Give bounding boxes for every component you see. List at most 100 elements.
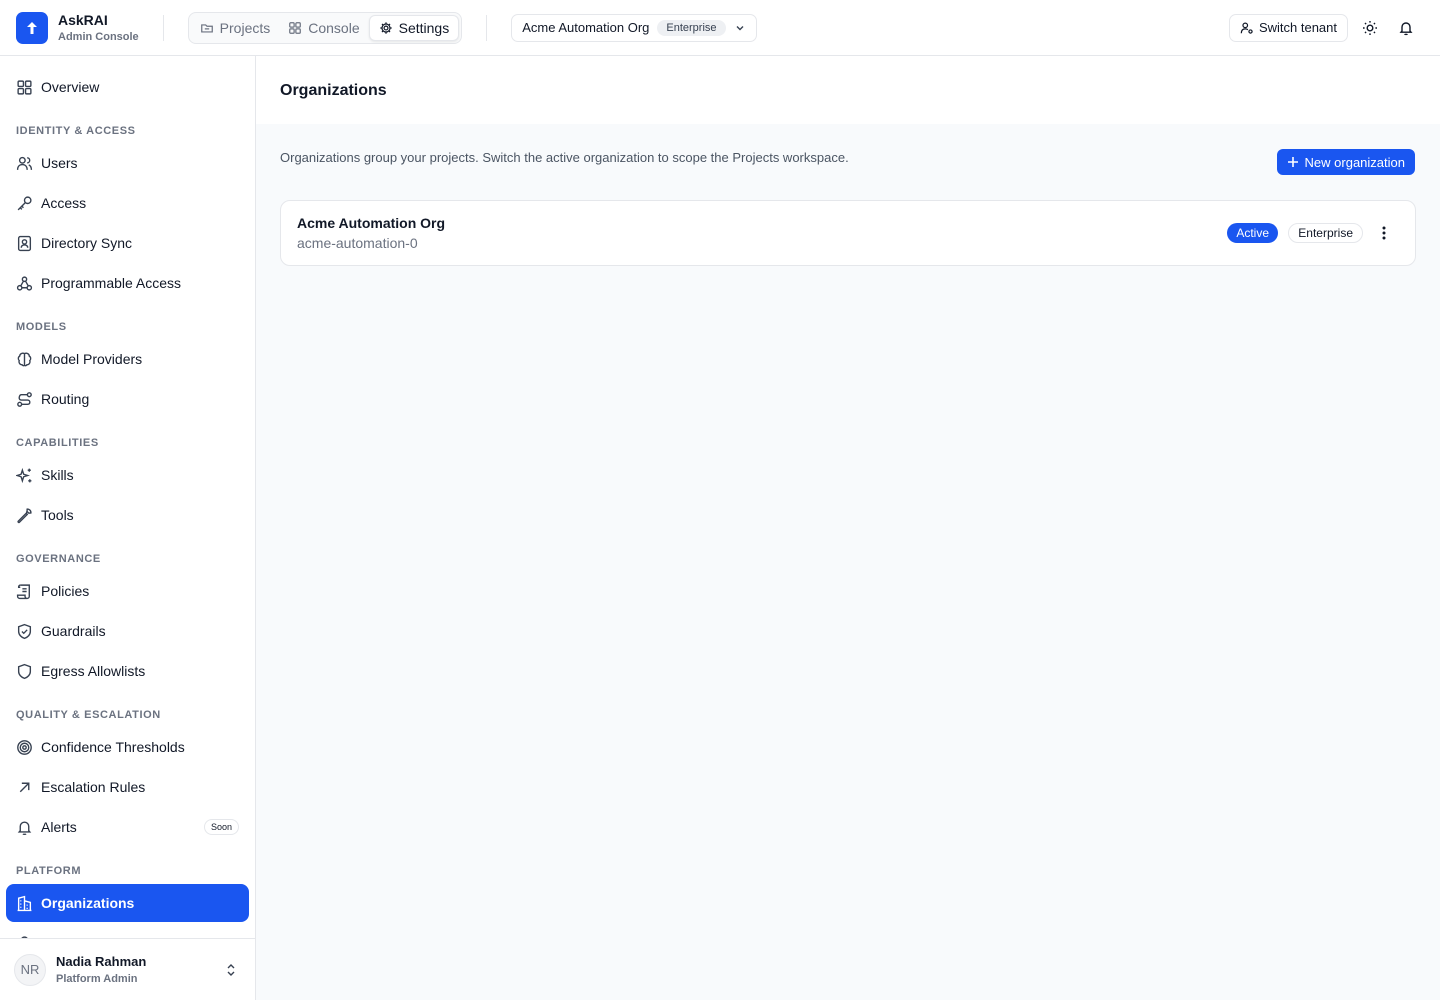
sidebar-item-label: Access (41, 195, 87, 211)
workspace-tabs: Projects Console Settings (187, 11, 463, 44)
sidebar-item-overview[interactable]: Overview (6, 68, 249, 106)
org-switcher[interactable]: Acme Automation Org Enterprise (511, 13, 757, 42)
divider (486, 14, 488, 41)
soon-badge: Soon (203, 819, 239, 835)
sidebar-item-organizations[interactable]: Organizations (6, 884, 249, 922)
brand-logo-icon (16, 11, 48, 44)
sidebar-item-label: Overview (41, 79, 100, 95)
sidebar: Overview IDENTITY & ACCESS Users Access … (0, 56, 256, 1000)
arrow-up-right-icon (19, 782, 30, 792)
section-quality: QUALITY & ESCALATION (16, 709, 161, 721)
sidebar-item-label: Programmable Access (41, 275, 182, 291)
shield-icon (17, 663, 32, 679)
section-platform: PLATFORM (16, 865, 82, 877)
user-role: Platform Admin (56, 972, 138, 985)
sidebar-item-alerts[interactable]: Alerts Soon (6, 808, 249, 846)
section-capabilities: CAPABILITIES (16, 437, 99, 449)
page-title: Organizations (280, 82, 387, 99)
brand[interactable]: AskRAI Admin Console (16, 11, 139, 44)
route-icon (17, 391, 32, 407)
page-description: Organizations group your projects. Switc… (280, 150, 849, 165)
tab-settings[interactable]: Settings (368, 14, 460, 41)
tab-console-label: Console (308, 19, 360, 36)
organization-actions-button[interactable] (1373, 222, 1395, 244)
brain-icon (17, 352, 32, 366)
key-icon (17, 195, 32, 210)
grid-icon (289, 21, 302, 34)
scroll-icon (16, 583, 30, 599)
sidebar-item-label: Users (41, 155, 78, 171)
gear-icon (379, 21, 392, 34)
user-menu[interactable]: NR Nadia Rahman Platform Admin (0, 938, 255, 1000)
folder-icon (200, 23, 213, 33)
sidebar-item-label: Policies (41, 583, 90, 599)
divider (162, 14, 164, 41)
sidebar-nav[interactable]: Overview IDENTITY & ACCESS Users Access … (0, 56, 255, 938)
notifications-button[interactable] (1392, 14, 1420, 42)
sidebar-item-model-providers[interactable]: Model Providers (6, 340, 249, 378)
sidebar-item-routing[interactable]: Routing (6, 380, 249, 418)
sidebar-item-label: Escalation Rules (41, 779, 146, 795)
sidebar-item-clipped[interactable] (6, 924, 249, 938)
sidebar-item-label: Guardrails (41, 623, 106, 639)
organization-slug: acme-automation-0 (297, 235, 418, 251)
sidebar-item-label: Egress Allowlists (41, 663, 146, 679)
bell-icon (17, 820, 32, 835)
grid-icon (17, 79, 32, 95)
section-governance: GOVERNANCE (16, 553, 101, 565)
theme-toggle-button[interactable] (1356, 14, 1384, 42)
chevron-down-icon (736, 25, 744, 30)
contact-book-icon (17, 235, 32, 251)
sidebar-item-access[interactable]: Access (6, 184, 249, 222)
sidebar-item-directory-sync[interactable]: Directory Sync (6, 224, 249, 262)
sidebar-item-programmable-access[interactable]: Programmable Access (6, 264, 249, 302)
sidebar-item-policies[interactable]: Policies (6, 572, 249, 610)
wrench-icon (17, 507, 32, 523)
sidebar-item-tools[interactable]: Tools (6, 496, 249, 534)
sparkles-icon (16, 467, 32, 483)
sidebar-item-skills[interactable]: Skills (6, 456, 249, 494)
new-organization-button[interactable]: New organization (1276, 149, 1415, 175)
org-switcher-name: Acme Automation Org (522, 20, 650, 35)
new-organization-label: New organization (1304, 154, 1405, 170)
sidebar-item-label: Confidence Thresholds (41, 739, 185, 755)
top-bar: AskRAI Admin Console Projects Console Se… (0, 0, 1440, 56)
switch-tenant-button[interactable]: Switch tenant (1228, 13, 1348, 42)
more-vertical-icon (1382, 226, 1386, 240)
sidebar-item-users[interactable]: Users (6, 144, 249, 182)
org-switcher-tier-badge: Enterprise (657, 19, 726, 36)
sidebar-item-confidence-thresholds[interactable]: Confidence Thresholds (6, 728, 249, 766)
sidebar-item-label: Tools (41, 507, 74, 523)
section-models: MODELS (16, 321, 67, 333)
user-switch-icon (1240, 21, 1253, 34)
sidebar-item-label: Alerts (41, 819, 77, 835)
user-name: Nadia Rahman (56, 953, 147, 969)
users-icon (16, 156, 33, 170)
sidebar-item-label: Model Providers (41, 351, 143, 367)
section-identity: IDENTITY & ACCESS (16, 125, 136, 137)
sidebar-item-label: Organizations (41, 895, 135, 911)
chevron-up-down-icon (227, 963, 235, 976)
sun-icon (1363, 20, 1377, 35)
user-menu-toggle[interactable] (221, 960, 241, 980)
sidebar-item-egress-allowlists[interactable]: Egress Allowlists (6, 652, 249, 690)
target-icon (17, 739, 32, 755)
organization-name: Acme Automation Org (297, 215, 446, 231)
building-icon (17, 895, 32, 911)
main-content: Organizations Organizations group your p… (256, 56, 1440, 1000)
sidebar-item-label: Skills (41, 467, 74, 483)
tab-console[interactable]: Console (279, 15, 368, 41)
tab-projects[interactable]: Projects (191, 15, 280, 41)
page-header: Organizations (256, 56, 1440, 124)
plus-icon (1287, 157, 1298, 167)
tab-projects-label: Projects (219, 19, 271, 36)
shield-check-icon (17, 623, 32, 639)
sidebar-item-escalation-rules[interactable]: Escalation Rules (6, 768, 249, 806)
sidebar-item-label: Routing (41, 391, 90, 407)
sidebar-item-label: Directory Sync (41, 235, 133, 251)
organization-card[interactable]: Acme Automation Org acme-automation-0 Ac… (280, 200, 1416, 266)
tab-settings-label: Settings (398, 19, 450, 36)
sidebar-item-guardrails[interactable]: Guardrails (6, 612, 249, 650)
bell-icon (1399, 21, 1413, 35)
webhook-icon (16, 275, 33, 291)
